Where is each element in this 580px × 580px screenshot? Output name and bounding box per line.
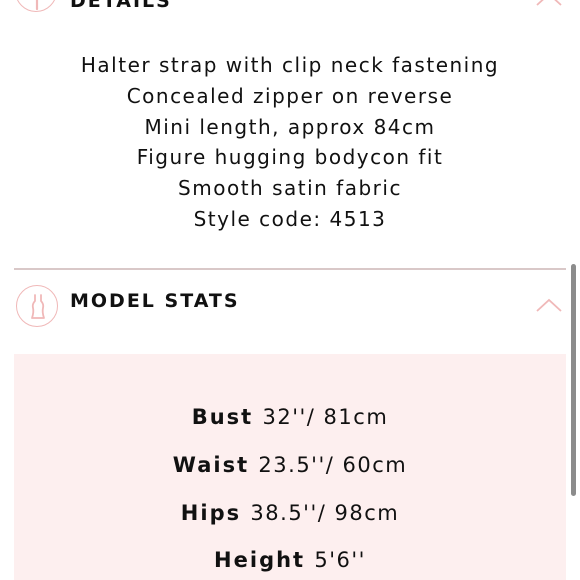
model-stats-panel: Bust 32''/ 81cm Waist 23.5''/ 60cm Hips … xyxy=(14,354,566,580)
details-line: Mini length, approx 84cm xyxy=(144,114,436,139)
stat-row-hips: Hips 38.5''/ 98cm xyxy=(14,500,566,526)
details-line: Concealed zipper on reverse xyxy=(126,83,454,108)
vertical-scrollbar[interactable] xyxy=(571,264,576,496)
stat-label: Bust xyxy=(191,405,263,429)
mannequin-icon xyxy=(16,285,58,327)
dress-icon xyxy=(15,0,57,12)
stat-value: 32''/ 81cm xyxy=(262,405,389,429)
model-stats-title: MODEL STATS xyxy=(70,290,240,312)
details-content: Halter strap with clip neck fastening Co… xyxy=(14,50,566,235)
chevron-up-icon[interactable] xyxy=(536,0,562,6)
details-line: Smooth satin fabric xyxy=(178,176,402,201)
stat-row-height: Height 5'6'' xyxy=(14,547,566,573)
details-line: Figure hugging bodycon fit xyxy=(136,145,444,170)
stat-value: 5'6'' xyxy=(314,548,366,572)
stat-label: Waist xyxy=(172,453,259,477)
stat-row-waist: Waist 23.5''/ 60cm xyxy=(14,452,566,478)
stat-value: 38.5''/ 98cm xyxy=(250,501,400,525)
product-info-page: DETAILS Halter strap with clip neck fast… xyxy=(0,0,580,580)
details-line: Halter strap with clip neck fastening xyxy=(80,53,500,77)
chevron-up-icon[interactable] xyxy=(536,298,562,312)
stat-value: 23.5''/ 60cm xyxy=(258,453,408,477)
stat-row-bust: Bust 32''/ 81cm xyxy=(14,404,566,430)
details-line: Style code: 4513 xyxy=(193,206,387,231)
stat-label: Height xyxy=(214,548,315,572)
details-accordion-header[interactable]: DETAILS xyxy=(0,0,580,20)
details-title: DETAILS xyxy=(70,0,172,12)
stat-label: Hips xyxy=(180,501,251,525)
model-stats-accordion-header[interactable]: MODEL STATS xyxy=(0,270,580,354)
